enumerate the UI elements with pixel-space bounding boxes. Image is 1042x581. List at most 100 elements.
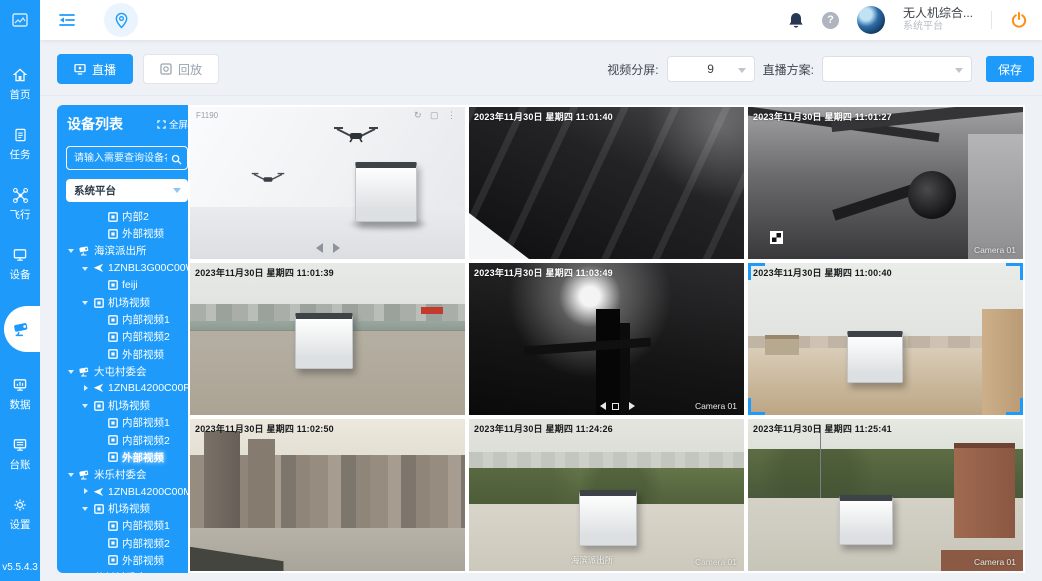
carousel-next-icon[interactable] bbox=[333, 243, 345, 253]
tree-item-label: 1ZNBL3G00C00WR bbox=[108, 262, 197, 274]
fullscreen-icon bbox=[157, 120, 166, 129]
timestamp-overlay: 2023年11月30日 星期四 11:00:40 bbox=[753, 266, 892, 279]
sidebar-item-monitor[interactable] bbox=[4, 306, 40, 352]
sidebar-item-tasks[interactable]: 任务 bbox=[0, 126, 40, 162]
video-channel-icon bbox=[92, 298, 105, 308]
tree-item[interactable]: 大屯村委会 bbox=[57, 363, 197, 380]
caret-down-icon[interactable] bbox=[81, 263, 92, 274]
cell-corner-icons[interactable]: ↻ ▢ ⋮ bbox=[414, 110, 459, 121]
tree-item[interactable]: 米乐村委会 bbox=[57, 466, 197, 483]
sidebar-nav: 首页任务飞行设备数据台账设置 bbox=[0, 40, 40, 532]
bell-icon[interactable] bbox=[788, 11, 804, 29]
drone-icon bbox=[92, 487, 105, 497]
video-cell-4[interactable]: 2023年11月30日 星期四 11:01:39 bbox=[190, 263, 465, 415]
fullscreen-label: 全屏 bbox=[169, 117, 188, 131]
video-channel-icon bbox=[106, 349, 119, 359]
chevron-down-icon bbox=[738, 68, 746, 77]
tasks-icon bbox=[13, 126, 28, 144]
drone-image bbox=[333, 125, 379, 148]
tree-item[interactable]: 内部视频2 bbox=[57, 431, 197, 448]
plan-select[interactable] bbox=[822, 56, 972, 82]
caret-down-icon[interactable] bbox=[67, 245, 78, 256]
video-channel-icon bbox=[106, 212, 119, 222]
snapshot-icon[interactable] bbox=[612, 403, 619, 410]
platform-select-value: 系统平台 bbox=[74, 183, 116, 198]
tree-item[interactable]: 1ZNBL4200C00M7 bbox=[57, 483, 197, 500]
tree-item[interactable]: 内部视频1 bbox=[57, 517, 197, 534]
tree-item[interactable]: 内部视频1 bbox=[57, 311, 197, 328]
tree-item[interactable]: 机场视频 bbox=[57, 500, 197, 517]
tree-item[interactable]: 内部视频2 bbox=[57, 535, 197, 552]
tree-item[interactable]: 海滨派出所 bbox=[57, 242, 197, 259]
video-cell-5[interactable]: 2023年11月30日 星期四 11:03:49 Camera 01 bbox=[469, 263, 744, 415]
split-select[interactable]: 9 bbox=[667, 56, 755, 82]
tree-item[interactable]: 1ZNBL3G00C00WR bbox=[57, 260, 197, 277]
tree-item[interactable]: feiji bbox=[57, 277, 197, 294]
prev-icon[interactable] bbox=[596, 402, 606, 410]
video-cell-9[interactable]: 2023年11月30日 星期四 11:25:41 Camera 01 bbox=[748, 419, 1023, 571]
sidebar-item-devices[interactable]: 设备 bbox=[0, 246, 40, 282]
fullscreen-button[interactable]: 全屏 bbox=[157, 117, 188, 131]
caret-down-icon[interactable] bbox=[67, 366, 78, 377]
user-title: 无人机综合... bbox=[903, 6, 973, 21]
dock-station-image bbox=[839, 495, 893, 545]
caret-down-icon[interactable] bbox=[81, 297, 92, 308]
power-icon[interactable] bbox=[1010, 11, 1028, 29]
caret-down-icon[interactable] bbox=[67, 469, 78, 480]
caret-down-icon[interactable] bbox=[67, 572, 78, 573]
video-cell-3[interactable]: 2023年11月30日 星期四 11:01:27 Camera 01 bbox=[748, 107, 1023, 259]
caret-spacer bbox=[95, 314, 106, 325]
sidebar-item-ledger[interactable]: 台账 bbox=[0, 436, 40, 472]
sidebar-item-home[interactable]: 首页 bbox=[0, 66, 40, 102]
caret-spacer bbox=[95, 520, 106, 531]
help-icon[interactable]: ? bbox=[822, 12, 839, 29]
avatar[interactable] bbox=[857, 6, 885, 34]
search-icon bbox=[171, 152, 182, 170]
scene-decor bbox=[954, 443, 1015, 537]
video-channel-icon bbox=[106, 555, 119, 565]
tree-item[interactable]: 外部视频 bbox=[57, 225, 197, 242]
video-cell-6[interactable]: 2023年11月30日 星期四 11:00:40 bbox=[748, 263, 1023, 415]
live-icon bbox=[74, 63, 86, 75]
tree-item[interactable]: 1ZNBL4200C00P7 bbox=[57, 380, 197, 397]
device-search-input[interactable] bbox=[66, 146, 188, 170]
caret-down-icon[interactable] bbox=[81, 503, 92, 514]
tree-item[interactable]: 苏村村委会 bbox=[57, 569, 197, 573]
user-info[interactable]: 无人机综合... 系统平台 bbox=[903, 6, 973, 34]
station-icon bbox=[78, 469, 91, 480]
station-watermark: 海滨派出所 bbox=[571, 554, 614, 566]
collapse-menu-icon[interactable] bbox=[58, 12, 76, 28]
home-icon bbox=[12, 66, 28, 84]
video-channel-icon bbox=[92, 401, 105, 411]
tab-playback[interactable]: 回放 bbox=[143, 54, 219, 84]
sidebar-item-data[interactable]: 数据 bbox=[0, 376, 40, 412]
tree-item[interactable]: 外部视频 bbox=[57, 449, 197, 466]
sidebar-item-flight[interactable]: 飞行 bbox=[0, 186, 40, 222]
tree-item[interactable]: 内部2 bbox=[57, 208, 197, 225]
tree-item[interactable]: 外部视频 bbox=[57, 346, 197, 363]
video-cell-2[interactable]: 2023年11月30日 星期四 11:01:40 bbox=[469, 107, 744, 259]
tree-item[interactable]: 外部视频 bbox=[57, 552, 197, 569]
caret-right-icon[interactable] bbox=[81, 383, 92, 394]
tree-item[interactable]: 内部视频1 bbox=[57, 414, 197, 431]
sidebar-item-settings[interactable]: 设置 bbox=[0, 496, 40, 532]
sidebar-item-label: 台账 bbox=[10, 457, 31, 472]
tab-live[interactable]: 直播 bbox=[57, 54, 133, 84]
caret-right-icon[interactable] bbox=[81, 486, 92, 497]
video-cell-8[interactable]: 2023年11月30日 星期四 11:24:26 海滨派出所 Camera 01 bbox=[469, 419, 744, 571]
caret-spacer bbox=[95, 331, 106, 342]
video-channel-icon bbox=[106, 315, 119, 325]
video-cell-1[interactable]: F1190 ↻ ▢ ⋮ bbox=[190, 107, 465, 259]
carousel-prev-icon[interactable] bbox=[311, 243, 323, 253]
video-channel-icon bbox=[106, 521, 119, 531]
tree-item[interactable]: 内部视频2 bbox=[57, 328, 197, 345]
tree-item[interactable]: 机场视频 bbox=[57, 294, 197, 311]
save-button[interactable]: 保存 bbox=[986, 56, 1034, 82]
location-pin-button[interactable] bbox=[104, 3, 138, 37]
tree-item[interactable]: 机场视频 bbox=[57, 397, 197, 414]
video-cell-7[interactable]: 2023年11月30日 星期四 11:02:50 bbox=[190, 419, 465, 571]
caret-down-icon[interactable] bbox=[81, 400, 92, 411]
next-icon[interactable] bbox=[629, 402, 639, 410]
platform-select[interactable]: 系统平台 bbox=[66, 179, 188, 202]
video-channel-icon bbox=[106, 418, 119, 428]
